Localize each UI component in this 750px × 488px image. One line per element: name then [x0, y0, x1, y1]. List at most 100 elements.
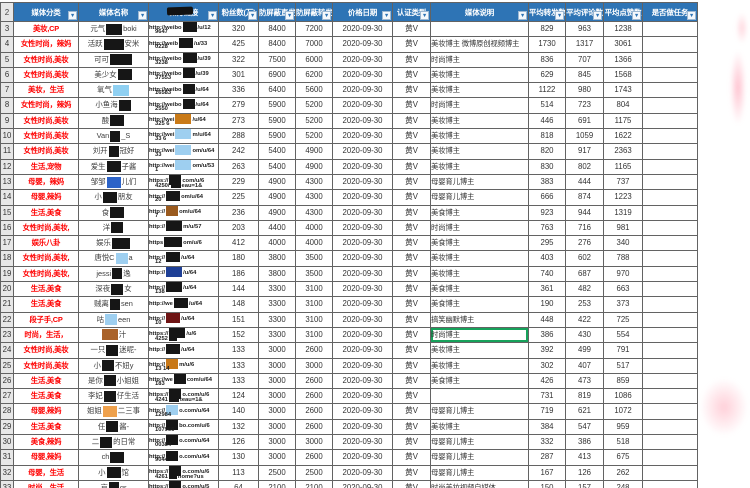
row-number[interactable]: 7 — [1, 83, 14, 98]
cell-repost-price[interactable]: 7200 — [296, 22, 333, 37]
cell-direct-price[interactable]: 3800 — [259, 251, 296, 266]
cell-category[interactable]: 美妆，生活 — [14, 83, 79, 98]
cell-task[interactable] — [643, 297, 698, 312]
cell-media-name[interactable]: Van_S — [79, 129, 149, 144]
cell-fans[interactable]: 322 — [219, 52, 259, 67]
column-header-2[interactable]: 媒体名称▼ — [79, 3, 149, 22]
column-header-9[interactable]: 媒体说明▼ — [431, 3, 529, 22]
row-number[interactable]: 4 — [1, 37, 14, 52]
cell-weibo-link[interactable]: http://weiom/u/531 — [149, 159, 219, 174]
cell-avg-repost[interactable]: 829 — [529, 22, 566, 37]
cell-avg-comment[interactable]: 845 — [566, 67, 604, 82]
column-header-10[interactable]: 平均转发数▼ — [529, 3, 566, 22]
cell-fans[interactable]: 273 — [219, 113, 259, 128]
cell-category[interactable]: 女性时尚，辣妈 — [14, 98, 79, 113]
cell-direct-price[interactable]: 3000 — [259, 373, 296, 388]
cell-cert-type[interactable]: 黄V — [393, 113, 431, 128]
cell-avg-comment[interactable]: 1317 — [566, 37, 604, 52]
cell-task[interactable] — [643, 419, 698, 434]
cell-avg-like[interactable]: 804 — [604, 98, 643, 113]
cell-direct-price[interactable]: 3300 — [259, 327, 296, 342]
cell-media-desc[interactable]: 母婴育儿博主 — [431, 404, 529, 419]
cell-avg-comment[interactable]: 126 — [566, 465, 604, 480]
filter-dropdown-icon[interactable]: ▼ — [322, 11, 331, 20]
cell-avg-repost[interactable]: 302 — [529, 358, 566, 373]
row-number[interactable]: 31 — [1, 450, 14, 465]
row-number[interactable]: 23 — [1, 327, 14, 342]
cell-repost-price[interactable]: 6200 — [296, 67, 333, 82]
row-number[interactable]: 11 — [1, 144, 14, 159]
cell-avg-like[interactable]: 859 — [604, 373, 643, 388]
cell-fans[interactable]: 229 — [219, 174, 259, 189]
cell-avg-comment[interactable]: 963 — [566, 22, 604, 37]
cell-media-desc[interactable]: 美妆博主 — [431, 144, 529, 159]
cell-fans[interactable]: 336 — [219, 83, 259, 98]
filter-dropdown-icon[interactable]: ▼ — [632, 11, 641, 20]
cell-media-name[interactable]: 任酱- — [79, 419, 149, 434]
cell-direct-price[interactable]: 2500 — [259, 465, 296, 480]
row-number[interactable]: 20 — [1, 282, 14, 297]
cell-category[interactable]: 娱乐八卦 — [14, 236, 79, 251]
cell-avg-like[interactable]: 518 — [604, 435, 643, 450]
cell-avg-comment[interactable]: 691 — [566, 113, 604, 128]
cell-avg-comment[interactable]: 874 — [566, 190, 604, 205]
cell-repost-price[interactable]: 5200 — [296, 98, 333, 113]
cell-media-name[interactable]: 贼离sen — [79, 297, 149, 312]
cell-media-name[interactable]: 二的日常 — [79, 435, 149, 450]
cell-direct-price[interactable]: 3300 — [259, 282, 296, 297]
row-number[interactable]: 2 — [1, 3, 14, 22]
cell-cert-type[interactable]: 黄V — [393, 205, 431, 220]
cell-repost-price[interactable]: 3100 — [296, 282, 333, 297]
cell-category[interactable]: 生活,宠物 — [14, 159, 79, 174]
cell-fans[interactable]: 301 — [219, 67, 259, 82]
cell-media-name[interactable]: 元气boki — [79, 22, 149, 37]
cell-weibo-link[interactable]: http://m/u/57 — [149, 220, 219, 235]
cell-avg-repost[interactable]: 426 — [529, 373, 566, 388]
cell-category[interactable]: 女性时尚,美妆, — [14, 220, 79, 235]
cell-price-date[interactable]: 2020-09-30 — [333, 22, 393, 37]
cell-fans[interactable]: 225 — [219, 190, 259, 205]
cell-media-desc[interactable]: 美妆博主 — [431, 266, 529, 281]
cell-avg-like[interactable]: 663 — [604, 282, 643, 297]
cell-repost-price[interactable]: 4300 — [296, 174, 333, 189]
cell-fans[interactable]: 180 — [219, 251, 259, 266]
cell-category[interactable]: 美食,辣妈 — [14, 435, 79, 450]
cell-direct-price[interactable]: 8400 — [259, 37, 296, 52]
cell-fans[interactable]: 288 — [219, 129, 259, 144]
cell-fans[interactable]: 320 — [219, 22, 259, 37]
cell-avg-repost[interactable]: 719 — [529, 404, 566, 419]
cell-price-date[interactable]: 2020-09-30 — [333, 98, 393, 113]
cell-avg-repost[interactable]: 448 — [529, 312, 566, 327]
cell-media-desc[interactable]: 美妆博主 — [431, 343, 529, 358]
cell-avg-comment[interactable]: 819 — [566, 389, 604, 404]
cell-media-name[interactable]: jessi逸 — [79, 266, 149, 281]
cell-price-date[interactable]: 2020-09-30 — [333, 327, 393, 342]
cell-fans[interactable]: 186 — [219, 266, 259, 281]
cell-cert-type[interactable]: 黄V — [393, 37, 431, 52]
cell-price-date[interactable]: 2020-09-30 — [333, 251, 393, 266]
cell-avg-comment[interactable]: 944 — [566, 205, 604, 220]
row-number[interactable]: 10 — [1, 129, 14, 144]
cell-avg-repost[interactable]: 666 — [529, 190, 566, 205]
column-header-13[interactable]: 是否做任务▼ — [643, 3, 698, 22]
cell-avg-repost[interactable]: 287 — [529, 450, 566, 465]
cell-task[interactable] — [643, 98, 698, 113]
cell-media-desc[interactable]: 时尚博主 — [431, 220, 529, 235]
filter-dropdown-icon[interactable]: ▼ — [285, 11, 294, 20]
cell-repost-price[interactable]: 3100 — [296, 297, 333, 312]
cell-category[interactable]: 母婴，生活 — [14, 465, 79, 480]
cell-task[interactable] — [643, 220, 698, 235]
cell-price-date[interactable]: 2020-09-30 — [333, 67, 393, 82]
cell-cert-type[interactable]: 黄V — [393, 327, 431, 342]
cell-task[interactable] — [643, 282, 698, 297]
cell-direct-price[interactable]: 5900 — [259, 113, 296, 128]
cell-avg-comment[interactable]: 444 — [566, 174, 604, 189]
cell-weibo-link[interactable]: http://o.com/u/649044 — [149, 450, 219, 465]
cell-media-name[interactable]: 一只迷呢- — [79, 343, 149, 358]
cell-avg-repost[interactable]: 361 — [529, 282, 566, 297]
cell-category[interactable]: 女性时尚,美妆 — [14, 67, 79, 82]
cell-task[interactable] — [643, 22, 698, 37]
cell-weibo-link[interactable]: httpsom/u/6 — [149, 236, 219, 251]
cell-avg-comment[interactable]: 276 — [566, 236, 604, 251]
cell-category[interactable]: 女性时尚,美妆 — [14, 358, 79, 373]
